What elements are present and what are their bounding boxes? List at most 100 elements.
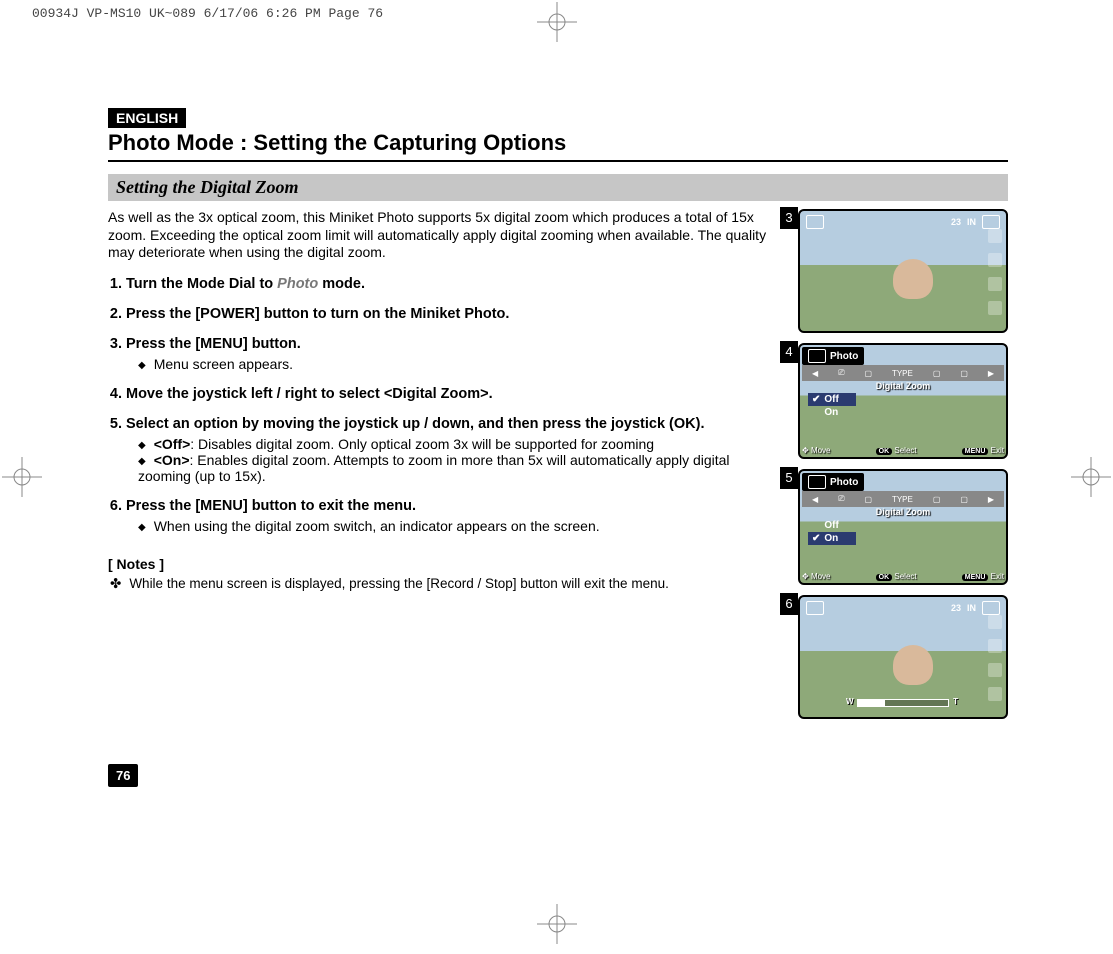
camera-icon xyxy=(808,349,826,363)
main-text-column: As well as the 3x optical zoom, this Min… xyxy=(108,209,782,729)
step-3-head: Press the [MENU] button. xyxy=(126,336,301,352)
camera-icon xyxy=(808,475,826,489)
zoom-wide-label: W xyxy=(846,697,854,706)
steps-list: Turn the Mode Dial to Photo mode. Press … xyxy=(108,276,782,534)
step-2: Press the [POWER] button to turn on the … xyxy=(126,306,782,322)
page-number: 76 xyxy=(108,764,138,787)
page-content: ENGLISH Photo Mode : Setting the Capturi… xyxy=(108,108,1008,729)
figure-4: Photo ◀⎚▢TYPE▢▢▶ Digital Zoom ✔Off ✔On ✥… xyxy=(798,343,1008,459)
camera-icon xyxy=(806,215,824,229)
check-icon: ✔ xyxy=(812,533,820,544)
camera-icon xyxy=(806,601,824,615)
figure-5-off-label: Off xyxy=(824,520,838,531)
tab-icon: ▶ xyxy=(988,369,994,378)
registration-mark-top xyxy=(537,2,577,42)
step-5: Select an option by moving the joystick … xyxy=(126,416,782,484)
step-5-off: <Off>: Disables digital zoom. Only optic… xyxy=(138,436,782,452)
figure-4-number: 4 xyxy=(780,341,798,363)
nav-icon: ✥ Move xyxy=(802,572,831,581)
intro-paragraph: As well as the 3x optical zoom, this Min… xyxy=(108,209,782,262)
step-5-on-text: : Enables digital zoom. Attempts to zoom… xyxy=(138,452,730,484)
ok-icon: OK xyxy=(876,448,893,455)
step-6: Press the [MENU] button to exit the menu… xyxy=(126,498,782,534)
figure-4-icon-row: ◀⎚▢TYPE▢▢▶ xyxy=(802,365,1004,381)
zoom-tele-label: T xyxy=(953,697,958,706)
step-3: Press the [MENU] button. Menu screen app… xyxy=(126,336,782,372)
figure-4-on-label: On xyxy=(824,407,838,418)
registration-mark-bottom xyxy=(537,904,577,944)
figure-5-bottom-bar: ✥ Move OK Select MENU Exit xyxy=(802,572,1004,581)
zoom-indicator-bar: W T xyxy=(857,699,949,707)
photo-subject-icon xyxy=(893,259,933,299)
figure-4-option-off: ✔ Off xyxy=(808,393,856,406)
figure-4-move-label: Move xyxy=(811,446,831,455)
figure-3-count: 23 xyxy=(951,217,961,227)
figure-4-off-label: Off xyxy=(824,394,838,405)
figure-5-select-label: Select xyxy=(894,572,916,581)
figure-3: 23 IN xyxy=(798,209,1008,333)
photo-subject-icon xyxy=(893,645,933,685)
step-6-sub-1: When using the digital zoom switch, an i… xyxy=(138,518,782,534)
figure-5-option-on: ✔ On xyxy=(808,532,856,545)
notes-heading: [ Notes ] xyxy=(108,556,782,572)
step-5-on-label: <On> xyxy=(154,452,190,468)
figure-5-menu-title: Digital Zoom xyxy=(876,507,931,517)
check-icon: ✔ xyxy=(812,394,820,405)
page-title: Photo Mode : Setting the Capturing Optio… xyxy=(108,130,1008,162)
step-5-off-label: <Off> xyxy=(154,436,191,452)
figure-3-osd-top: 23 IN xyxy=(806,215,1000,229)
step-4: Move the joystick left / right to select… xyxy=(126,386,782,402)
flash-icon xyxy=(988,663,1002,677)
figure-5-mode: Photo xyxy=(830,477,858,488)
step-1-text-after: mode. xyxy=(318,276,365,292)
figure-4-options: ✔ Off ✔On xyxy=(808,393,856,419)
battery-icon xyxy=(982,601,1000,615)
figure-3-storage: IN xyxy=(967,217,976,227)
figure-4-option-on: ✔On xyxy=(808,406,856,419)
figure-6-number: 6 xyxy=(780,593,798,615)
menu-icon: MENU xyxy=(962,574,989,581)
figure-5-on-label: On xyxy=(824,533,838,544)
print-header: 00934J VP-MS10 UK~089 6/17/06 6:26 PM Pa… xyxy=(32,6,383,21)
figure-4-menu-title: Digital Zoom xyxy=(876,381,931,391)
ok-icon: OK xyxy=(876,574,893,581)
macro-icon xyxy=(988,639,1002,653)
figure-5-option-off: ✔Off xyxy=(808,519,856,532)
step-1-text-before: Turn the Mode Dial to xyxy=(126,276,277,292)
figure-6-side-icons xyxy=(988,615,1002,701)
note-1: While the menu screen is displayed, pres… xyxy=(108,576,782,592)
play-icon xyxy=(988,229,1002,243)
step-6-head: Press the [MENU] button to exit the menu… xyxy=(126,498,416,514)
registration-mark-right xyxy=(1071,457,1111,497)
step-3-sub-1: Menu screen appears. xyxy=(138,356,782,372)
macro-icon xyxy=(988,253,1002,267)
figure-4-mode: Photo xyxy=(830,351,858,362)
figure-4-mode-bar: Photo xyxy=(802,347,864,365)
tab-icon: ◀ xyxy=(812,369,818,378)
figure-6-osd-top: 23 IN xyxy=(806,601,1000,615)
figure-4-exit-label: Exit xyxy=(991,446,1004,455)
figure-5-icon-row: ◀⎚▢TYPE▢▢▶ xyxy=(802,491,1004,507)
section-title: Setting the Digital Zoom xyxy=(108,174,1008,201)
step-5-on: <On>: Enables digital zoom. Attempts to … xyxy=(138,452,782,484)
figure-5-options: ✔Off ✔ On xyxy=(808,519,856,545)
registration-mark-left xyxy=(2,457,42,497)
step-5-off-text: : Disables digital zoom. Only optical zo… xyxy=(190,436,654,452)
figure-3-number: 3 xyxy=(780,207,798,229)
figure-6: 23 IN W T xyxy=(798,595,1008,719)
figure-6-count: 23 xyxy=(951,603,961,613)
figure-5-number: 5 xyxy=(780,467,798,489)
timer-icon xyxy=(988,687,1002,701)
flash-icon xyxy=(988,277,1002,291)
figure-5-mode-bar: Photo xyxy=(802,473,864,491)
figure-4-select-label: Select xyxy=(894,446,916,455)
step-1-em: Photo xyxy=(277,276,318,292)
figure-6-storage: IN xyxy=(967,603,976,613)
play-icon xyxy=(988,615,1002,629)
timer-icon xyxy=(988,301,1002,315)
figure-3-side-icons xyxy=(988,229,1002,315)
figure-5: Photo ◀⎚▢TYPE▢▢▶ Digital Zoom ✔Off ✔ On ✥… xyxy=(798,469,1008,585)
step-5-head: Select an option by moving the joystick … xyxy=(126,416,704,432)
menu-icon: MENU xyxy=(962,448,989,455)
figure-5-exit-label: Exit xyxy=(991,572,1004,581)
